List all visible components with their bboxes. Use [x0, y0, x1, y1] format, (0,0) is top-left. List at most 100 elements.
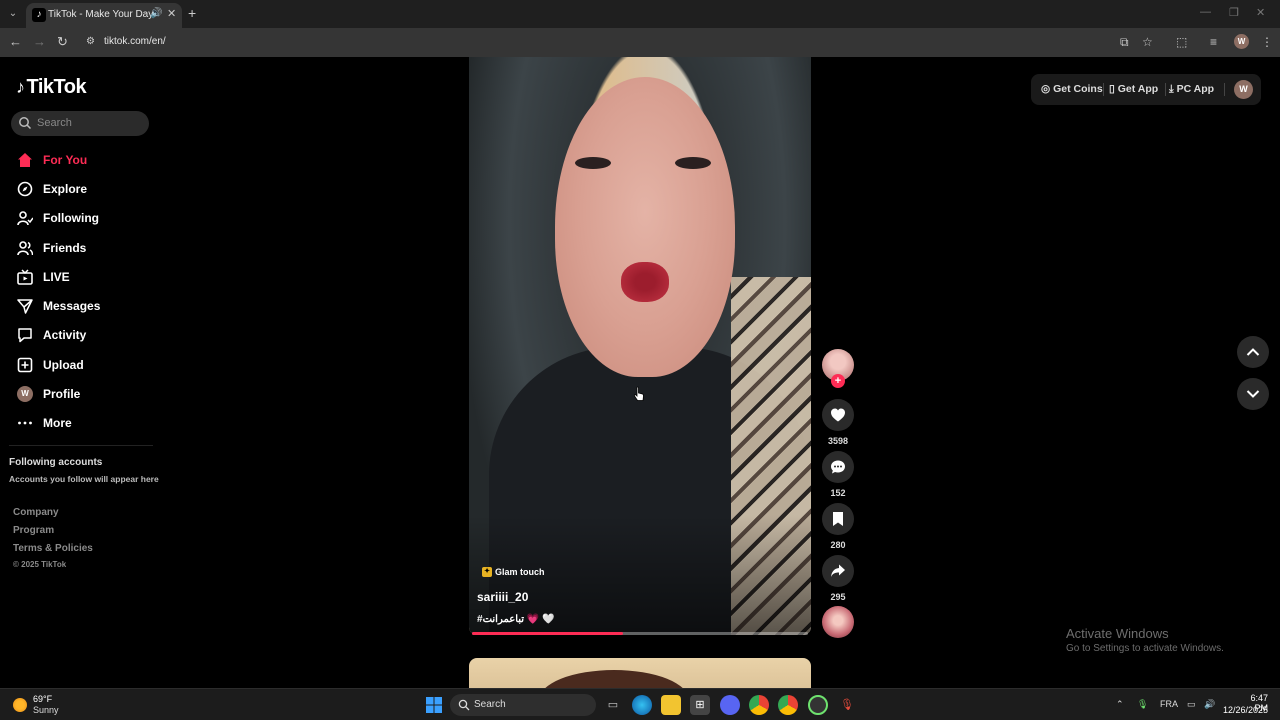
- file-explorer-icon[interactable]: [661, 695, 681, 715]
- effect-label: Glam touch: [495, 567, 545, 577]
- following-accounts-title: Following accounts: [9, 457, 103, 468]
- tab-search-menu-icon[interactable]: ⌄: [4, 5, 22, 23]
- browser-tab[interactable]: ♪ TikTok - Make Your Day 🔊 ✕: [26, 3, 182, 28]
- sidebar-item-explore[interactable]: Explore: [16, 174, 156, 203]
- top-actions-bar: ◎ Get Coins ▯ Get App ⤓ PC App: [1031, 74, 1261, 105]
- get-app-button[interactable]: ▯ Get App: [1109, 83, 1158, 95]
- sidebar-item-label: Following: [43, 211, 99, 226]
- sidebar-item-live[interactable]: LIVE: [16, 262, 156, 291]
- footer-company-link[interactable]: Company: [13, 507, 59, 518]
- download-icon: ⤓: [1169, 83, 1177, 95]
- video-eye-left: [575, 157, 611, 169]
- sun-icon[interactable]: [13, 698, 27, 712]
- maximize-icon[interactable]: ❐: [1229, 6, 1239, 19]
- sidebar-item-label: Activity: [43, 328, 87, 343]
- clock-date[interactable]: 12/26/2025: [1220, 705, 1268, 715]
- chrome-active-icon[interactable]: [808, 695, 828, 715]
- address-bar[interactable]: tiktok.com/en/: [104, 36, 166, 47]
- tab-audio-icon[interactable]: 🔊: [150, 8, 162, 19]
- share-icon: [831, 564, 845, 577]
- sidebar-item-for-you[interactable]: For You: [16, 145, 156, 174]
- comment-button[interactable]: [822, 451, 854, 483]
- sidebar-item-label: Friends: [43, 240, 87, 255]
- video-eye-right: [675, 157, 711, 169]
- save-action[interactable]: 280: [822, 503, 854, 550]
- bookmark-star-icon[interactable]: ☆: [1142, 35, 1153, 49]
- copyright: © 2025 TikTok: [13, 560, 67, 569]
- sidebar-nav: For You Explore Following Friends LIVE M…: [16, 145, 156, 438]
- get-coins-label: Get Coins: [1053, 83, 1103, 95]
- profile-avatar-icon: W: [16, 385, 34, 403]
- discord-icon[interactable]: [720, 695, 740, 715]
- browser-profile-avatar[interactable]: W: [1234, 34, 1249, 49]
- footer-terms-link[interactable]: Terms & Policies: [13, 543, 93, 554]
- search-input[interactable]: Search: [11, 111, 149, 136]
- sidebar-item-label: Upload: [43, 357, 84, 372]
- new-tab-button[interactable]: +: [188, 5, 196, 21]
- reload-button[interactable]: ↻: [57, 34, 68, 50]
- mic-tray-icon[interactable]: 🎙: [1137, 699, 1148, 710]
- browser-menu-icon[interactable]: ⋮: [1261, 35, 1273, 49]
- video-player[interactable]: [469, 57, 811, 635]
- phone-icon: ▯: [1109, 83, 1118, 95]
- back-button[interactable]: ←: [9, 34, 22, 50]
- language-indicator[interactable]: FRA: [1160, 699, 1178, 709]
- get-coins-button[interactable]: ◎ Get Coins: [1041, 83, 1103, 95]
- activity-icon: [16, 326, 34, 344]
- save-button[interactable]: [822, 503, 854, 535]
- taskbar-search[interactable]: Search: [450, 694, 596, 716]
- media-control-icon[interactable]: ≡: [1210, 35, 1217, 49]
- sidebar-item-upload[interactable]: Upload: [16, 350, 156, 379]
- weather-desc[interactable]: Sunny: [33, 705, 59, 715]
- store-icon[interactable]: ⊞: [690, 695, 710, 715]
- sidebar-item-messages[interactable]: Messages: [16, 291, 156, 320]
- chrome-profile-icon[interactable]: [778, 695, 798, 715]
- user-avatar[interactable]: W: [1234, 80, 1253, 99]
- windows-start-icon[interactable]: [426, 697, 442, 713]
- home-icon: [16, 151, 34, 169]
- task-view-icon[interactable]: ▭: [603, 695, 623, 715]
- previous-video-button[interactable]: [1237, 336, 1269, 368]
- install-app-icon[interactable]: ⧉: [1120, 35, 1129, 49]
- sidebar-divider: [9, 445, 153, 446]
- pc-app-button[interactable]: ⤓ PC App: [1169, 83, 1214, 96]
- coin-icon: ◎: [1041, 83, 1054, 95]
- next-video-button[interactable]: [1237, 378, 1269, 410]
- network-icon[interactable]: ▭: [1187, 699, 1196, 710]
- comment-icon: [831, 460, 845, 474]
- footer-program-link[interactable]: Program: [13, 525, 54, 536]
- site-info-icon[interactable]: ⚙: [86, 36, 98, 48]
- effect-tag[interactable]: ✦ Glam touch: [482, 567, 545, 577]
- sidebar-item-profile[interactable]: W Profile: [16, 379, 156, 408]
- compass-icon: [16, 180, 34, 198]
- follow-plus-button[interactable]: +: [831, 374, 845, 388]
- microphone-app-icon[interactable]: 🎙: [837, 695, 857, 715]
- video-author[interactable]: sariiii_20: [477, 590, 528, 604]
- sidebar-item-following[interactable]: Following: [16, 204, 156, 233]
- like-button[interactable]: [822, 399, 854, 431]
- minimize-icon[interactable]: —: [1200, 6, 1211, 18]
- video-progress-bar[interactable]: [472, 632, 808, 635]
- chrome-icon[interactable]: [749, 695, 769, 715]
- music-disc-avatar[interactable]: [822, 606, 854, 638]
- comment-action[interactable]: 152: [822, 451, 854, 498]
- forward-button[interactable]: →: [33, 34, 46, 50]
- sidebar-item-activity[interactable]: Activity: [16, 321, 156, 350]
- like-action[interactable]: 3598: [822, 399, 854, 446]
- volume-icon[interactable]: 🔊: [1204, 699, 1215, 710]
- tab-close-icon[interactable]: ✕: [167, 7, 176, 20]
- sidebar-item-friends[interactable]: Friends: [16, 233, 156, 262]
- extensions-icon[interactable]: ⬚: [1176, 35, 1187, 49]
- close-window-icon[interactable]: ✕: [1256, 6, 1265, 19]
- share-button[interactable]: [822, 555, 854, 587]
- share-action[interactable]: 295: [822, 555, 854, 602]
- tiktok-logo[interactable]: ♪ TikTok: [16, 76, 87, 99]
- effect-icon: ✦: [482, 567, 492, 577]
- weather-temp[interactable]: 69°F: [33, 694, 52, 704]
- share-count: 295: [830, 592, 846, 602]
- edge-icon[interactable]: [632, 695, 652, 715]
- sidebar-item-more[interactable]: More: [16, 409, 156, 438]
- heart-icon: [831, 408, 845, 422]
- activate-windows-hint: Go to Settings to activate Windows.: [1066, 643, 1224, 654]
- tray-expand-icon[interactable]: ⌃: [1116, 699, 1124, 710]
